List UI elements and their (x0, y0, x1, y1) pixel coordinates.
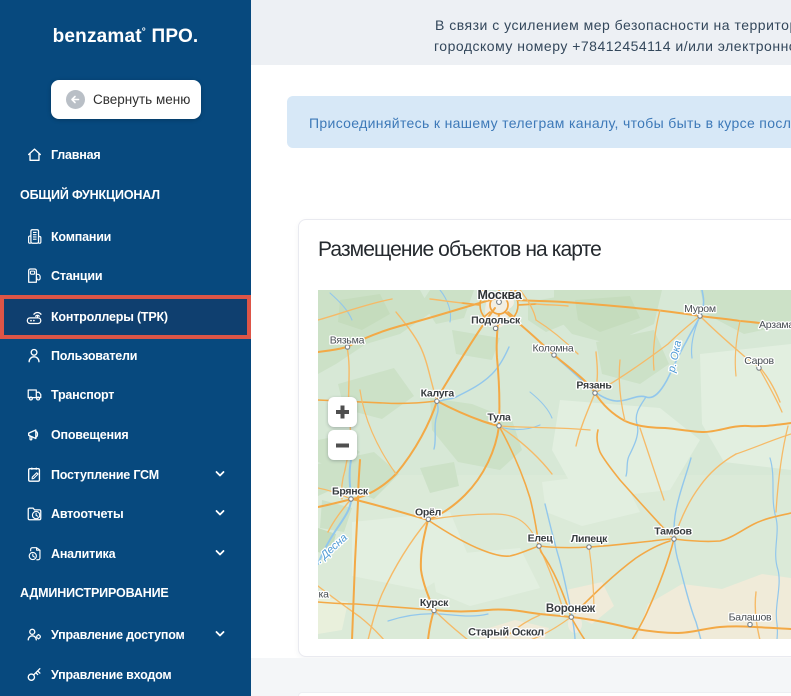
svg-text:Воронеж: Воронеж (546, 603, 596, 615)
svg-text:Рязань: Рязань (576, 380, 612, 392)
svg-text:Муром: Муром (684, 303, 716, 315)
svg-text:Коломна: Коломна (533, 343, 574, 355)
svg-text:Саров: Саров (744, 355, 774, 367)
svg-text:ка: ка (319, 589, 330, 601)
svg-text:Арзамас: Арзамас (759, 319, 791, 331)
svg-text:Брянск: Брянск (332, 486, 369, 498)
svg-text:Старый Оскол: Старый Оскол (468, 627, 544, 639)
svg-text:Москва: Москва (477, 290, 522, 302)
svg-text:Балашов: Балашов (729, 612, 772, 624)
svg-text:Вязьма: Вязьма (330, 335, 365, 347)
svg-text:Калуга: Калуга (421, 387, 455, 399)
svg-text:Липецк: Липецк (571, 533, 608, 545)
svg-text:Тамбов: Тамбов (654, 526, 692, 538)
svg-text:Елец: Елец (528, 533, 554, 545)
svg-text:Подольск: Подольск (471, 315, 521, 327)
svg-text:Орёл: Орёл (415, 506, 441, 518)
svg-text:Курск: Курск (420, 597, 449, 609)
svg-text:Тула: Тула (487, 412, 511, 424)
